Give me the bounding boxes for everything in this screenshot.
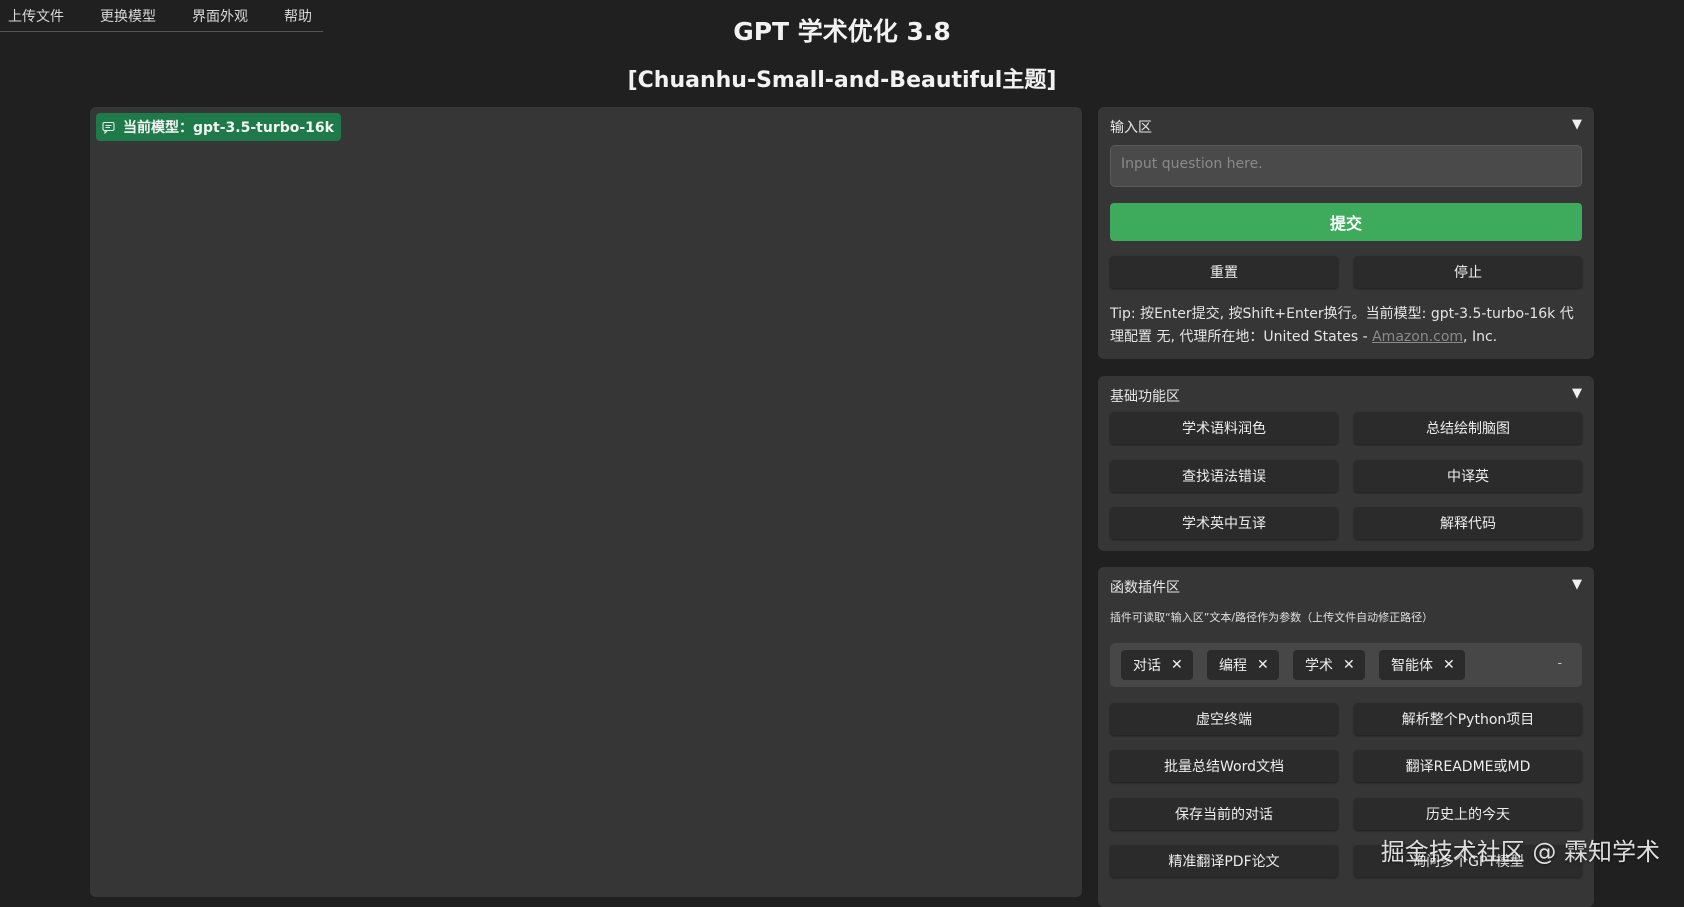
collapse-caret-icon[interactable]: ▼ <box>1572 577 1582 592</box>
basic-card-title: 基础功能区 <box>1110 389 1180 405</box>
tip-suffix: , Inc. <box>1463 329 1498 345</box>
grammar-check-button[interactable]: 查找语法错误 <box>1110 460 1338 492</box>
plugin-card-header[interactable]: 函数插件区 ▼ <box>1110 577 1582 597</box>
stop-button[interactable]: 停止 <box>1354 256 1582 288</box>
submit-button[interactable]: 提交 <box>1110 203 1582 241</box>
collapse-caret-icon[interactable]: ▼ <box>1572 386 1582 401</box>
tag-programming: 编程 ✕ <box>1207 650 1279 680</box>
current-model-badge: 当前模型：gpt-3.5-turbo-16k <box>96 113 341 141</box>
current-model-label: 当前模型：gpt-3.5-turbo-16k <box>123 120 334 136</box>
tag-dialogue: 对话 ✕ <box>1121 650 1193 680</box>
proxy-location-link[interactable]: Amazon.com <box>1372 329 1463 345</box>
parse-python-project-button[interactable]: 解析整个Python项目 <box>1354 703 1582 735</box>
basic-functions-card: 基础功能区 ▼ 学术语料润色 总结绘制脑图 查找语法错误 中译英 学术英中互译 … <box>1098 376 1594 551</box>
chat-panel: 当前模型：gpt-3.5-turbo-16k <box>90 107 1082 897</box>
void-terminal-button[interactable]: 虚空终端 <box>1110 703 1338 735</box>
page-subtitle: [Chuanhu-Small-and-Beautiful主题] <box>627 68 1057 93</box>
site-watermark: 掘金技术社区 @ 霖知学术 <box>1380 838 1660 866</box>
today-in-history-button[interactable]: 历史上的今天 <box>1354 798 1582 830</box>
collapse-caret-icon[interactable]: ▼ <box>1572 117 1582 132</box>
tag-agent: 智能体 ✕ <box>1379 650 1465 680</box>
tag-academic: 学术 ✕ <box>1293 650 1365 680</box>
basic-card-header[interactable]: 基础功能区 ▼ <box>1110 386 1582 406</box>
tip-main: Tip: 按Enter提交, 按Shift+Enter换行。当前模型: gpt-… <box>1110 306 1574 345</box>
tag-label: 智能体 <box>1391 658 1433 674</box>
save-conversation-button[interactable]: 保存当前的对话 <box>1110 798 1338 830</box>
input-card-header[interactable]: 输入区 ▼ <box>1110 117 1582 137</box>
summarize-word-button[interactable]: 批量总结Word文档 <box>1110 750 1338 782</box>
chat-bubble-icon <box>102 121 115 134</box>
tag-label: 编程 <box>1219 658 1247 674</box>
mindmap-summary-button[interactable]: 总结绘制脑图 <box>1354 412 1582 444</box>
translate-readme-button[interactable]: 翻译README或MD <box>1354 750 1582 782</box>
academic-en-zh-button[interactable]: 学术英中互译 <box>1110 507 1338 539</box>
page-title: GPT 学术优化 3.8 <box>733 17 951 46</box>
question-input[interactable] <box>1110 145 1582 187</box>
zh-to-en-button[interactable]: 中译英 <box>1354 460 1582 492</box>
academic-polish-button[interactable]: 学术语料润色 <box>1110 412 1338 444</box>
translate-pdf-button[interactable]: 精准翻译PDF论文 <box>1110 845 1338 877</box>
plugin-card-title: 函数插件区 <box>1110 580 1180 596</box>
input-card-title: 输入区 <box>1110 120 1152 136</box>
explain-code-button[interactable]: 解释代码 <box>1354 507 1582 539</box>
plugin-note: 插件可读取“输入区”文本/路径作为参数（上传文件自动修正路径） <box>1110 611 1434 624</box>
tip-text: Tip: 按Enter提交, 按Shift+Enter换行。当前模型: gpt-… <box>1110 303 1586 349</box>
remove-tag-icon[interactable]: ✕ <box>1343 657 1355 673</box>
remove-tag-icon[interactable]: ✕ <box>1443 657 1455 673</box>
remove-tag-icon[interactable]: ✕ <box>1257 657 1269 673</box>
reset-button[interactable]: 重置 <box>1110 256 1338 288</box>
input-card: 输入区 ▼ 提交 重置 停止 Tip: 按Enter提交, 按Shift+Ent… <box>1098 107 1594 359</box>
tag-label: 对话 <box>1133 658 1161 674</box>
plugin-category-select[interactable]: 对话 ✕ 编程 ✕ 学术 ✕ 智能体 ✕ - <box>1110 643 1582 687</box>
remove-tag-icon[interactable]: ✕ <box>1171 657 1183 673</box>
dropdown-toggle-icon[interactable]: - <box>1558 656 1562 670</box>
tag-label: 学术 <box>1305 658 1333 674</box>
